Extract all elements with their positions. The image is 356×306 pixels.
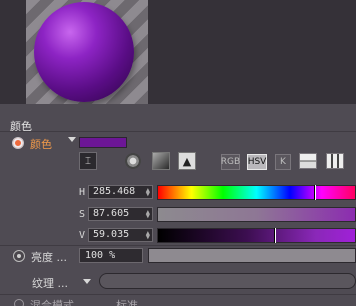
brightness-slider[interactable] xyxy=(148,248,356,263)
value-value: 59.035 xyxy=(93,229,130,240)
kelvin-mode-button[interactable]: K xyxy=(275,154,291,170)
value-label: V xyxy=(79,230,86,241)
chevron-down-icon[interactable] xyxy=(83,279,91,284)
material-preview[interactable] xyxy=(26,0,148,104)
texture-label: 纹理 ... xyxy=(32,277,68,290)
saturation-slider[interactable] xyxy=(157,207,356,222)
brightness-input[interactable]: 100 % xyxy=(79,248,143,263)
preview-area xyxy=(0,0,356,104)
hue-value: 285.468 xyxy=(93,186,136,197)
chevron-down-icon[interactable] xyxy=(68,137,76,142)
spectrum-icon[interactable] xyxy=(152,152,170,170)
value-slider[interactable] xyxy=(157,228,356,243)
brightness-radio[interactable] xyxy=(13,250,25,262)
hue-label: H xyxy=(79,187,86,198)
preview-sphere xyxy=(34,2,134,102)
eyedropper-icon[interactable]: ⌶ xyxy=(79,152,97,170)
spinner-arrows-icon[interactable]: ▲ ▼ xyxy=(146,209,150,220)
value-slider-marker[interactable] xyxy=(274,228,277,243)
color-label: 颜色 xyxy=(30,138,52,151)
swatches-icon[interactable] xyxy=(299,153,317,169)
rgb-mode-button[interactable]: RGB xyxy=(221,154,240,170)
mix-radio[interactable] xyxy=(14,299,24,306)
hue-input[interactable]: 285.468 ▲ ▼ xyxy=(88,185,153,199)
value-input[interactable]: 59.035 ▲ ▼ xyxy=(88,228,153,242)
saturation-value: 87.605 xyxy=(93,208,130,219)
hsv-mode-button[interactable]: HSV xyxy=(247,154,267,170)
image-icon[interactable]: ▲ xyxy=(178,152,196,170)
mixer-icon[interactable] xyxy=(326,153,344,169)
texture-field[interactable] xyxy=(99,273,356,289)
hue-slider-marker[interactable] xyxy=(314,185,317,200)
saturation-label: S xyxy=(79,209,86,220)
color-enable-radio[interactable] xyxy=(12,137,24,149)
section-divider xyxy=(0,131,356,132)
mix-mode-label: 混合模式 xyxy=(30,299,74,306)
color-wheel-icon[interactable] xyxy=(124,152,142,170)
row-divider xyxy=(0,294,356,295)
color-swatch[interactable] xyxy=(79,137,127,148)
mix-mode-value[interactable]: 标准 xyxy=(116,297,138,306)
spinner-arrows-icon[interactable]: ▲ ▼ xyxy=(146,187,150,198)
saturation-input[interactable]: 87.605 ▲ ▼ xyxy=(88,207,153,221)
brightness-label: 亮度 ... xyxy=(31,251,67,264)
hue-slider[interactable] xyxy=(157,185,356,200)
row-divider xyxy=(0,245,356,246)
spinner-arrows-icon[interactable]: ▲ ▼ xyxy=(146,230,150,241)
